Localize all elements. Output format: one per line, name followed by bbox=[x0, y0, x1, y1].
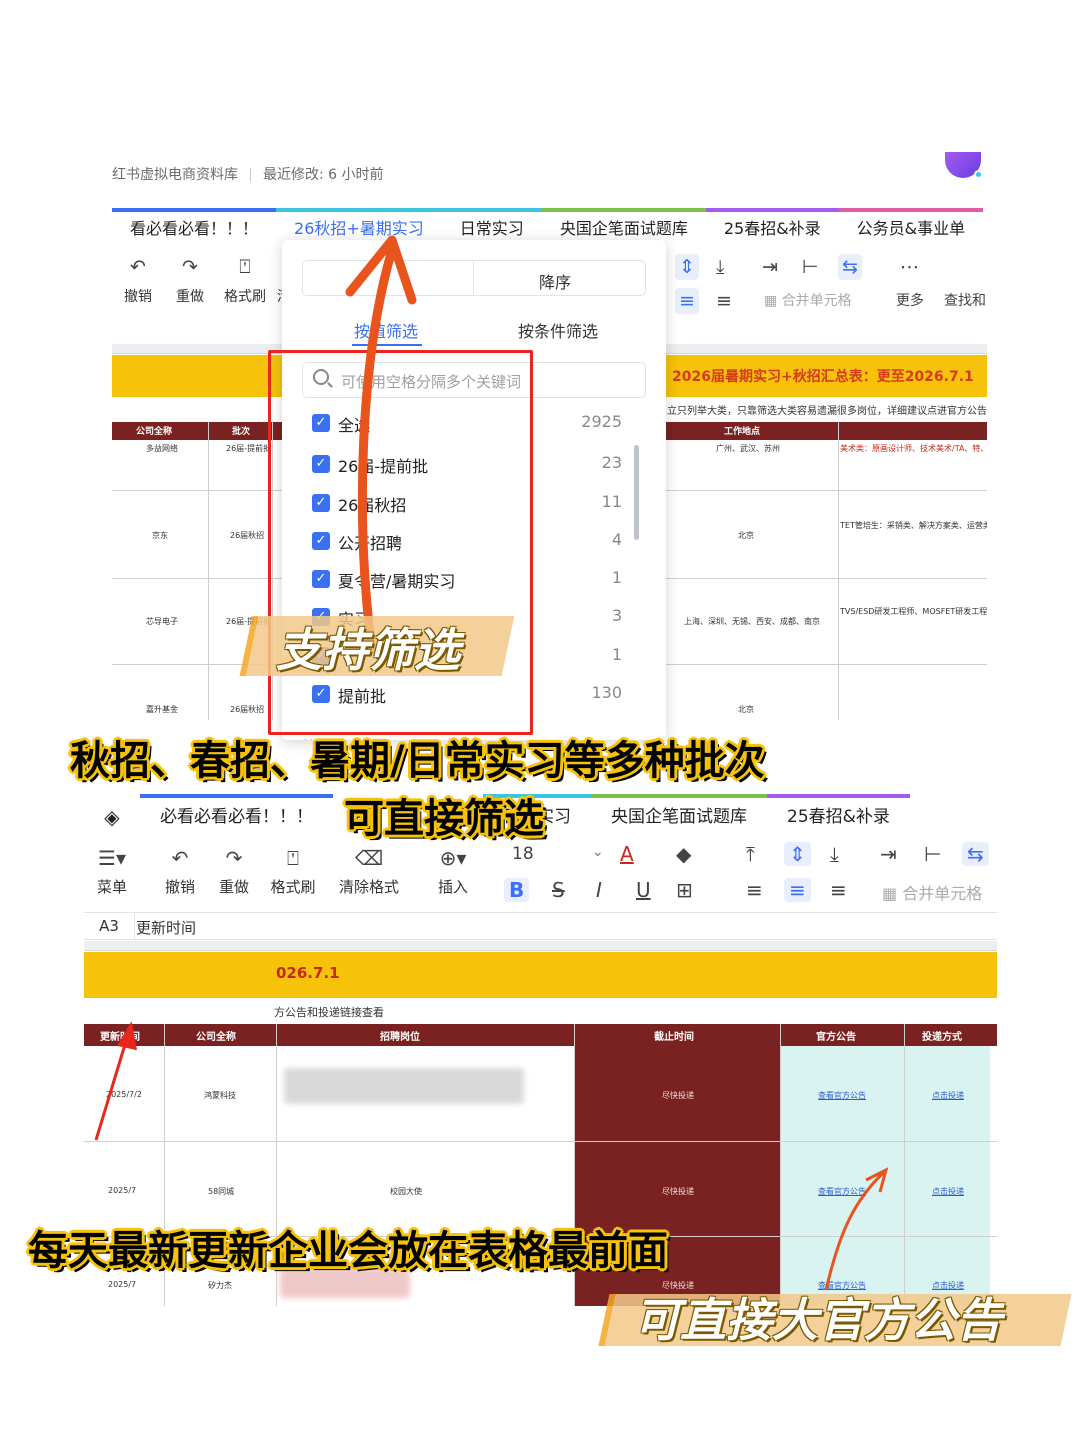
arrowhead-icon bbox=[117, 1021, 137, 1051]
caption-newest-first: 每天最新更新企业会放在表格最前面 bbox=[28, 1228, 668, 1274]
arrow-to-notice-column bbox=[824, 1170, 886, 1291]
arrow-to-filter-tab bbox=[357, 245, 397, 655]
caption-support-filter: 支持筛选 bbox=[276, 623, 460, 677]
caption-batches-2: 可直接筛选 bbox=[344, 796, 544, 842]
caption-batches: 秋招、春招、暑期/日常实习等多种批次 bbox=[70, 738, 765, 784]
caption-official-notice: 可直接大官方公告 bbox=[634, 1293, 1002, 1347]
